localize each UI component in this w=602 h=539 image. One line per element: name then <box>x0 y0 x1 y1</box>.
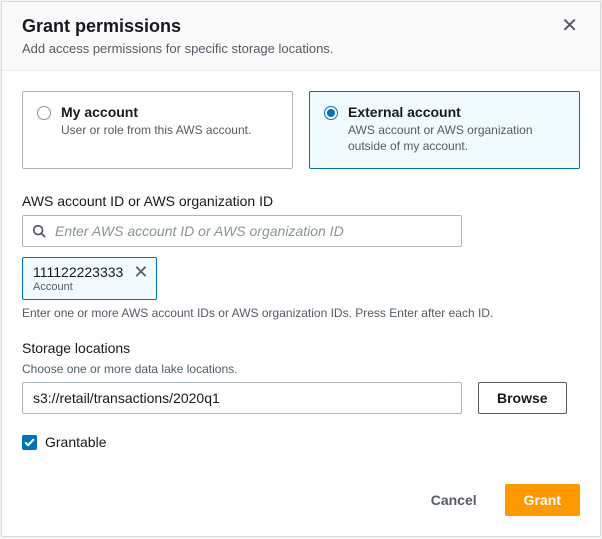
storage-section: Storage locations Choose one or more dat… <box>22 340 580 414</box>
external-account-card[interactable]: External account AWS account or AWS orga… <box>309 91 580 169</box>
account-type-cards: My account User or role from this AWS ac… <box>22 91 580 169</box>
account-token: 111122223333 Account ✕ <box>22 257 157 300</box>
field-label: AWS account ID or AWS organization ID <box>22 193 580 209</box>
remove-token-icon[interactable]: ✕ <box>133 264 148 280</box>
cancel-button[interactable]: Cancel <box>413 484 495 516</box>
storage-row: Browse <box>22 382 580 414</box>
radio-checked-icon <box>324 106 338 120</box>
card-title: My account <box>61 104 251 120</box>
dialog-body: My account User or role from this AWS ac… <box>2 71 600 484</box>
my-account-card[interactable]: My account User or role from this AWS ac… <box>22 91 293 169</box>
field-sub: Choose one or more data lake locations. <box>22 362 580 376</box>
browse-button[interactable]: Browse <box>478 382 567 414</box>
card-text: External account AWS account or AWS orga… <box>348 104 565 154</box>
field-label: Storage locations <box>22 340 580 356</box>
token-body: 111122223333 Account <box>33 264 123 293</box>
account-id-section: AWS account ID or AWS organization ID 11… <box>22 193 580 320</box>
token-value: 111122223333 <box>33 264 123 280</box>
header-text: Grant permissions Add access permissions… <box>22 16 333 56</box>
account-id-input-wrap <box>22 215 462 247</box>
dialog-footer: Cancel Grant <box>2 484 600 536</box>
close-icon[interactable]: ✕ <box>559 16 580 36</box>
card-text: My account User or role from this AWS ac… <box>61 104 251 138</box>
token-type: Account <box>33 281 123 293</box>
grant-button[interactable]: Grant <box>505 484 580 516</box>
dialog-title: Grant permissions <box>22 16 333 37</box>
storage-location-input[interactable] <box>22 382 462 414</box>
card-desc: AWS account or AWS organization outside … <box>348 122 565 154</box>
grant-permissions-dialog: Grant permissions Add access permissions… <box>1 1 601 537</box>
dialog-subtitle: Add access permissions for specific stor… <box>22 41 333 56</box>
card-desc: User or role from this AWS account. <box>61 122 251 138</box>
card-title: External account <box>348 104 565 120</box>
account-id-input[interactable] <box>22 215 462 247</box>
token-row: 111122223333 Account ✕ <box>22 257 580 300</box>
dialog-header: Grant permissions Add access permissions… <box>2 2 600 71</box>
grantable-row[interactable]: Grantable <box>22 434 580 450</box>
radio-unchecked-icon <box>37 106 51 120</box>
grantable-label: Grantable <box>45 434 106 450</box>
account-id-hint: Enter one or more AWS account IDs or AWS… <box>22 306 580 320</box>
checkbox-checked-icon <box>22 435 37 450</box>
search-icon <box>32 224 46 238</box>
